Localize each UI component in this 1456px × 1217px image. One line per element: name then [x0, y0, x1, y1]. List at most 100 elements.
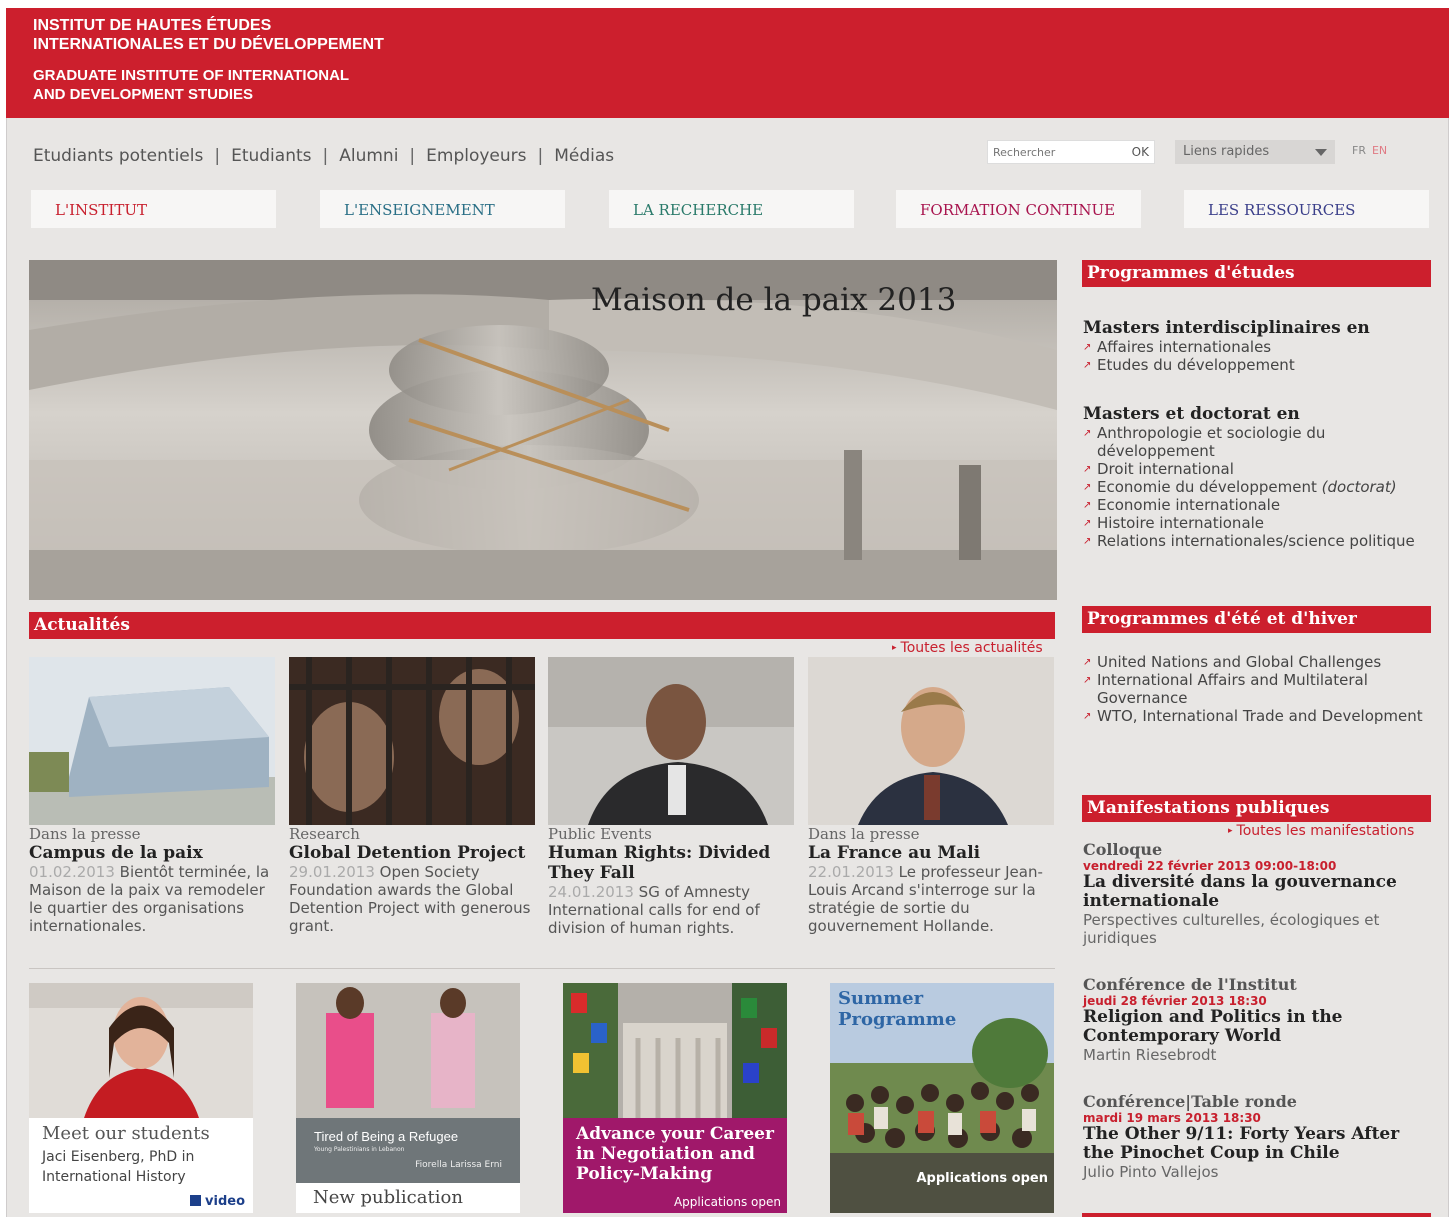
mainnav-ressources[interactable]: LES RESSOURCES	[1184, 190, 1429, 228]
applications-open-label: Applications open	[673, 1195, 781, 1209]
news-category: Dans la presse	[808, 825, 920, 843]
chevron-down-icon	[1315, 149, 1327, 156]
news-item[interactable]: Dans la presse La France au Mali 22.01.2…	[808, 657, 1054, 935]
quick-links-select[interactable]: Liens rapides	[1175, 140, 1335, 164]
programme-link[interactable]: International Affairs and Multilateral G…	[1083, 671, 1428, 707]
event-subtitle: Perspectives culturelles, écologiques et…	[1083, 911, 1380, 947]
book-author: Fiorella Larissa Erni	[415, 1160, 502, 1170]
programme-link[interactable]: Histoire internationale	[1083, 514, 1428, 533]
promo-headline: Advance your Career in Negotiation and P…	[576, 1124, 774, 1184]
news-heading: Actualités	[29, 612, 1055, 639]
applications-open-label: Applications open	[916, 1171, 1049, 1186]
programme-link[interactable]: Affaires internationales	[1083, 338, 1428, 357]
book-title: Tired of Being a Refugee	[314, 1129, 459, 1144]
search-ok-button[interactable]: OK	[1132, 145, 1149, 159]
news-date: 01.02.2013	[29, 863, 115, 881]
mainnav-institut[interactable]: L'INSTITUT	[31, 190, 276, 228]
video-label: video	[205, 1194, 245, 1209]
detention-photo[interactable]	[289, 657, 535, 825]
event-type: Conférence de l'Institut	[1083, 975, 1297, 994]
nav-separator: |	[322, 146, 329, 166]
event-date: vendredi 22 février 2013 09:00-18:00	[1083, 859, 1337, 873]
next-section-bar	[1082, 1213, 1431, 1217]
event-title[interactable]: Religion and Politics in the Contemporar…	[1083, 1008, 1428, 1046]
news-title[interactable]: Human Rights: Divided They Fall	[548, 843, 794, 883]
masters-interdisciplinary: Masters interdisciplinaires en Affaires …	[1083, 318, 1428, 375]
event-title[interactable]: La diversité dans la gouvernance interna…	[1083, 873, 1428, 911]
promo-text: Jaci Eisenberg, PhD in International His…	[42, 1147, 194, 1187]
header-line-4: AND DEVELOPMENT STUDIES	[33, 86, 254, 103]
news-item[interactable]: Public Events Human Rights: Divided They…	[548, 657, 794, 937]
news-date: 29.01.2013	[289, 863, 375, 881]
mainnav-recherche[interactable]: LA RECHERCHE	[609, 190, 854, 228]
header-line-1: INSTITUT DE HAUTES ÉTUDES	[33, 17, 272, 34]
masters-doctorat: Masters et doctorat en Anthropologie et …	[1083, 404, 1428, 551]
nav-media[interactable]: Médias	[554, 146, 614, 166]
programme-link[interactable]: Economie du développement (doctorat)	[1083, 478, 1428, 497]
event-item[interactable]: Conférence de l'Institut jeudi 28 févrie…	[1083, 975, 1428, 1064]
event-item[interactable]: Colloque vendredi 22 février 2013 09:00-…	[1083, 840, 1428, 947]
news-category: Dans la presse	[29, 825, 141, 843]
header-line-3: GRADUATE INSTITUTE OF INTERNATIONAL	[33, 67, 350, 84]
event-item[interactable]: Conférence|Table ronde mardi 19 mars 201…	[1083, 1092, 1428, 1181]
summer-programmes: United Nations and Global Challenges Int…	[1083, 653, 1428, 726]
promo-line: Jaci Eisenberg, PhD in	[42, 1149, 195, 1165]
nav-students[interactable]: Etudiants	[231, 146, 311, 166]
promo-line: Programme	[838, 1009, 957, 1030]
audience-nav: Etudiants potentiels | Etudiants | Alumni | Em…	[33, 146, 614, 166]
professor-photo[interactable]	[808, 657, 1054, 825]
quick-links-label: Liens rapides	[1183, 144, 1270, 159]
news-text: 01.02.2013 Bientôt terminée, la Maison d…	[29, 863, 275, 935]
promo-negotiation[interactable]: Advance your Career in Negotiation and P…	[563, 983, 787, 1213]
campus-photo[interactable]	[29, 657, 275, 825]
promo-summer-programme[interactable]: Summer Programme Applications open	[830, 983, 1054, 1213]
search-box: OK	[987, 140, 1155, 164]
event-subtitle: Julio Pinto Vallejos	[1083, 1163, 1219, 1181]
mainnav-formation-continue[interactable]: FORMATION CONTINUE	[896, 190, 1141, 228]
nav-separator: |	[214, 146, 221, 166]
speaker-photo[interactable]	[548, 657, 794, 825]
promo-line: Summer	[838, 988, 924, 1009]
event-title[interactable]: The Other 9/11: Forty Years After the Pi…	[1083, 1125, 1428, 1163]
programme-link[interactable]: Droit international	[1083, 460, 1428, 479]
news-item[interactable]: Research Global Detention Project 29.01.…	[289, 657, 535, 935]
news-item[interactable]: Dans la presse Campus de la paix 01.02.2…	[29, 657, 275, 935]
hero-caption: Maison de la paix 2013	[591, 282, 957, 318]
book-subtitle: Young Palestinians in Lebanon	[314, 1146, 405, 1153]
institute-name-en[interactable]: GRADUATE INSTITUTE OF INTERNATIONAL AND …	[33, 66, 349, 104]
news-date: 24.01.2013	[548, 883, 634, 901]
news-title[interactable]: Campus de la paix	[29, 843, 275, 863]
programme-link[interactable]: United Nations and Global Challenges	[1083, 653, 1428, 672]
news-title[interactable]: La France au Mali	[808, 843, 1054, 863]
all-events-link[interactable]: Toutes les manifestations	[1228, 823, 1415, 839]
nav-prospective-students[interactable]: Etudiants potentiels	[33, 146, 203, 166]
programme-link-label: Economie du développement	[1097, 478, 1317, 496]
promo-label: New publication	[313, 1187, 463, 1208]
nav-alumni[interactable]: Alumni	[339, 146, 398, 166]
promo-line: in Negotiation and	[576, 1144, 755, 1164]
programme-link[interactable]: Economie internationale	[1083, 496, 1428, 515]
programme-link[interactable]: WTO, International Trade and Development	[1083, 707, 1428, 726]
event-date: mardi 19 mars 2013 18:30	[1083, 1111, 1261, 1125]
search-input[interactable]	[993, 144, 1113, 160]
event-type: Colloque	[1083, 840, 1163, 859]
event-date: jeudi 28 février 2013 18:30	[1083, 994, 1267, 1008]
promo-meet-students[interactable]: Meet our students Jaci Eisenberg, PhD in…	[29, 983, 253, 1213]
mainnav-enseignement[interactable]: L'ENSEIGNEMENT	[320, 190, 565, 228]
header-line-2: INTERNATIONALES ET DU DÉVELOPPEMENT	[33, 36, 384, 53]
programme-link[interactable]: Etudes du développement	[1083, 356, 1428, 375]
hero-banner[interactable]: Maison de la paix 2013	[29, 260, 1057, 600]
programme-link[interactable]: Relations internationales/science politi…	[1083, 532, 1428, 551]
nav-employers[interactable]: Employeurs	[426, 146, 526, 166]
lang-en[interactable]: EN	[1372, 144, 1387, 157]
institute-name-fr[interactable]: INSTITUT DE HAUTES ÉTUDES INTERNATIONALE…	[33, 16, 384, 54]
news-title[interactable]: Global Detention Project	[289, 843, 535, 863]
lang-fr[interactable]: FR	[1352, 144, 1366, 157]
promo-new-publication[interactable]: Tired of Being a Refugee Young Palestini…	[296, 983, 520, 1213]
news-date: 22.01.2013	[808, 863, 894, 881]
all-news-link[interactable]: Toutes les actualités	[892, 640, 1043, 656]
programme-link[interactable]: Anthropologie et sociologie du développe…	[1083, 424, 1428, 460]
video-link[interactable]: video	[190, 1194, 245, 1209]
play-icon	[190, 1195, 202, 1206]
news-category: Public Events	[548, 825, 652, 843]
